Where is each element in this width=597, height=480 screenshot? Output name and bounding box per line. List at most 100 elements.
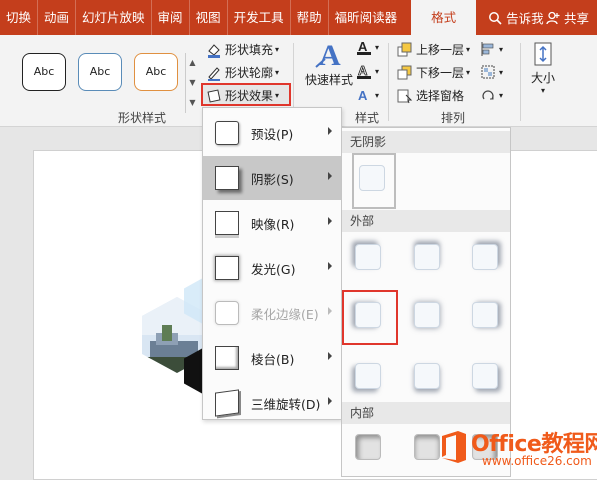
send-backward-label: 下移一层 <box>416 66 465 80</box>
menu-item-reflection[interactable]: 映像(R) <box>203 201 341 245</box>
shadow-inner-top[interactable] <box>414 434 440 460</box>
submenu-arrow-icon <box>328 217 332 225</box>
menu-item-3d-rotation[interactable]: 三维旋转(D) <box>203 381 341 425</box>
shape-outline-button[interactable]: 形状轮廓 ▾ <box>206 64 279 81</box>
shape-effects-button[interactable]: 形状效果 ▾ <box>206 87 279 104</box>
office-logo-icon <box>442 431 466 463</box>
shape-fill-button[interactable]: 形状填充 ▾ <box>206 41 279 58</box>
style-sample-1[interactable]: Abc <box>22 53 66 91</box>
svg-text:A: A <box>319 39 341 71</box>
shadow-icon <box>215 166 239 190</box>
bring-forward-icon <box>397 42 412 56</box>
share-label: 共享 <box>563 11 589 26</box>
text-fill-icon: A <box>357 39 371 55</box>
menu-item-label: 棱台(B) <box>251 351 295 367</box>
submenu-arrow-icon <box>328 172 332 180</box>
selection-pane-label: 选择窗格 <box>416 89 465 103</box>
shadow-outer-top-left[interactable] <box>355 244 381 270</box>
tab-animations[interactable]: 动画 <box>37 0 75 35</box>
group-icon <box>481 65 495 79</box>
section-header-inner: 内部 <box>342 402 510 424</box>
gallery-more-icon[interactable]: ▼ <box>186 93 199 113</box>
tab-developer[interactable]: 开发工具 <box>226 0 290 35</box>
shape-effects-label: 形状效果 <box>225 89 274 103</box>
scroll-down-icon[interactable]: ▼ <box>186 73 199 93</box>
group-button[interactable]: ▾ <box>480 64 503 80</box>
share-button[interactable]: 共享 <box>546 8 589 27</box>
submenu-arrow-icon <box>328 307 332 315</box>
paint-bucket-icon <box>208 43 220 58</box>
person-icon <box>546 11 560 24</box>
style-sample-3[interactable]: Abc <box>134 53 178 91</box>
quick-styles-label: 快速样式 <box>305 73 354 87</box>
shadow-outer-right[interactable] <box>472 302 498 328</box>
rotate-button[interactable]: ▾ <box>480 87 503 103</box>
size-button[interactable]: 大小 ▾ <box>530 41 556 95</box>
watermark-url: www.office26.com <box>482 454 592 468</box>
submenu-arrow-icon <box>328 397 332 405</box>
menu-item-shadow[interactable]: 阴影(S) <box>203 156 341 200</box>
submenu-arrow-icon <box>328 262 332 270</box>
svg-text:A: A <box>358 88 368 103</box>
submenu-arrow-icon <box>328 352 332 360</box>
shadow-outer-bottom-right[interactable] <box>472 363 498 389</box>
tab-format[interactable]: 格式 <box>411 0 477 35</box>
search-icon <box>489 11 502 25</box>
rotate-icon <box>482 90 494 100</box>
bring-forward-button[interactable]: 上移一层 ▾ <box>397 41 470 58</box>
menu-item-label: 阴影(S) <box>251 171 294 187</box>
menu-item-bevel[interactable]: 棱台(B) <box>203 336 341 380</box>
watermark: Office教程网 www.office26.com <box>440 425 597 473</box>
shadow-outer-bottom-left[interactable] <box>355 363 381 389</box>
svg-text:A: A <box>358 63 368 78</box>
scroll-up-icon[interactable]: ▲ <box>186 53 199 73</box>
quick-styles-button[interactable]: A 快速样式 <box>305 39 353 88</box>
bring-forward-label: 上移一层 <box>416 43 465 57</box>
tab-review[interactable]: 审阅 <box>150 0 189 35</box>
text-outline-button[interactable]: A ▾ <box>356 63 379 79</box>
size-label: 大小 <box>530 71 555 85</box>
shadow-outer-top-right[interactable] <box>472 244 498 270</box>
menu-item-glow[interactable]: 发光(G) <box>203 246 341 290</box>
tell-me-search[interactable]: 告诉我 <box>488 8 544 27</box>
text-fill-button[interactable]: A ▾ <box>356 39 379 55</box>
menu-item-preset[interactable]: 预设(P) <box>203 111 341 155</box>
preset-icon <box>215 121 239 145</box>
shadow-inner-top-left[interactable] <box>355 434 381 460</box>
tell-me-label: 告诉我 <box>506 11 544 26</box>
menu-item-soft-edges: 柔化边缘(E) <box>203 291 341 335</box>
soft-edges-icon <box>215 301 239 325</box>
tab-help[interactable]: 帮助 <box>289 0 328 35</box>
glow-icon <box>215 256 239 280</box>
group-label-arrange: 排列 <box>441 111 466 125</box>
align-icon <box>481 42 494 56</box>
tab-transitions[interactable]: 切换 <box>0 0 37 35</box>
section-header-outer: 外部 <box>342 210 510 232</box>
shape-outline-label: 形状轮廓 <box>225 66 274 80</box>
selection-pane-button[interactable]: 选择窗格 <box>397 87 464 104</box>
tab-slideshow[interactable]: 幻灯片放映 <box>75 0 151 35</box>
gallery-scroll[interactable]: ▲ ▼ ▼ <box>185 53 199 113</box>
svg-text:A: A <box>358 39 368 54</box>
shadow-outer-bottom[interactable] <box>414 363 440 389</box>
menu-item-label: 三维旋转(D) <box>251 396 321 412</box>
bevel-icon <box>215 346 239 370</box>
group-label-art-styles: 样式 <box>355 111 380 125</box>
send-backward-button[interactable]: 下移一层 ▾ <box>397 64 470 81</box>
style-sample-2[interactable]: Abc <box>78 53 122 91</box>
wordart-a-icon: A <box>315 39 341 71</box>
send-backward-icon <box>397 65 412 79</box>
shadow-outer-center[interactable] <box>414 302 440 328</box>
shadow-outer-top[interactable] <box>414 244 440 270</box>
menu-item-label: 预设(P) <box>251 126 294 142</box>
outer-shadow-selection-frame <box>342 290 398 345</box>
text-effects-button[interactable]: A ▾ <box>356 87 379 103</box>
shadow-option-none[interactable] <box>359 165 385 191</box>
align-button[interactable]: ▾ <box>480 41 503 57</box>
tab-view[interactable]: 视图 <box>188 0 227 35</box>
shape-fill-label: 形状填充 <box>225 43 274 57</box>
menu-item-label: 映像(R) <box>251 216 295 232</box>
reflection-icon <box>215 211 239 235</box>
submenu-arrow-icon <box>328 127 332 135</box>
tab-foxit-reader[interactable]: 福昕阅读器 <box>327 0 404 35</box>
